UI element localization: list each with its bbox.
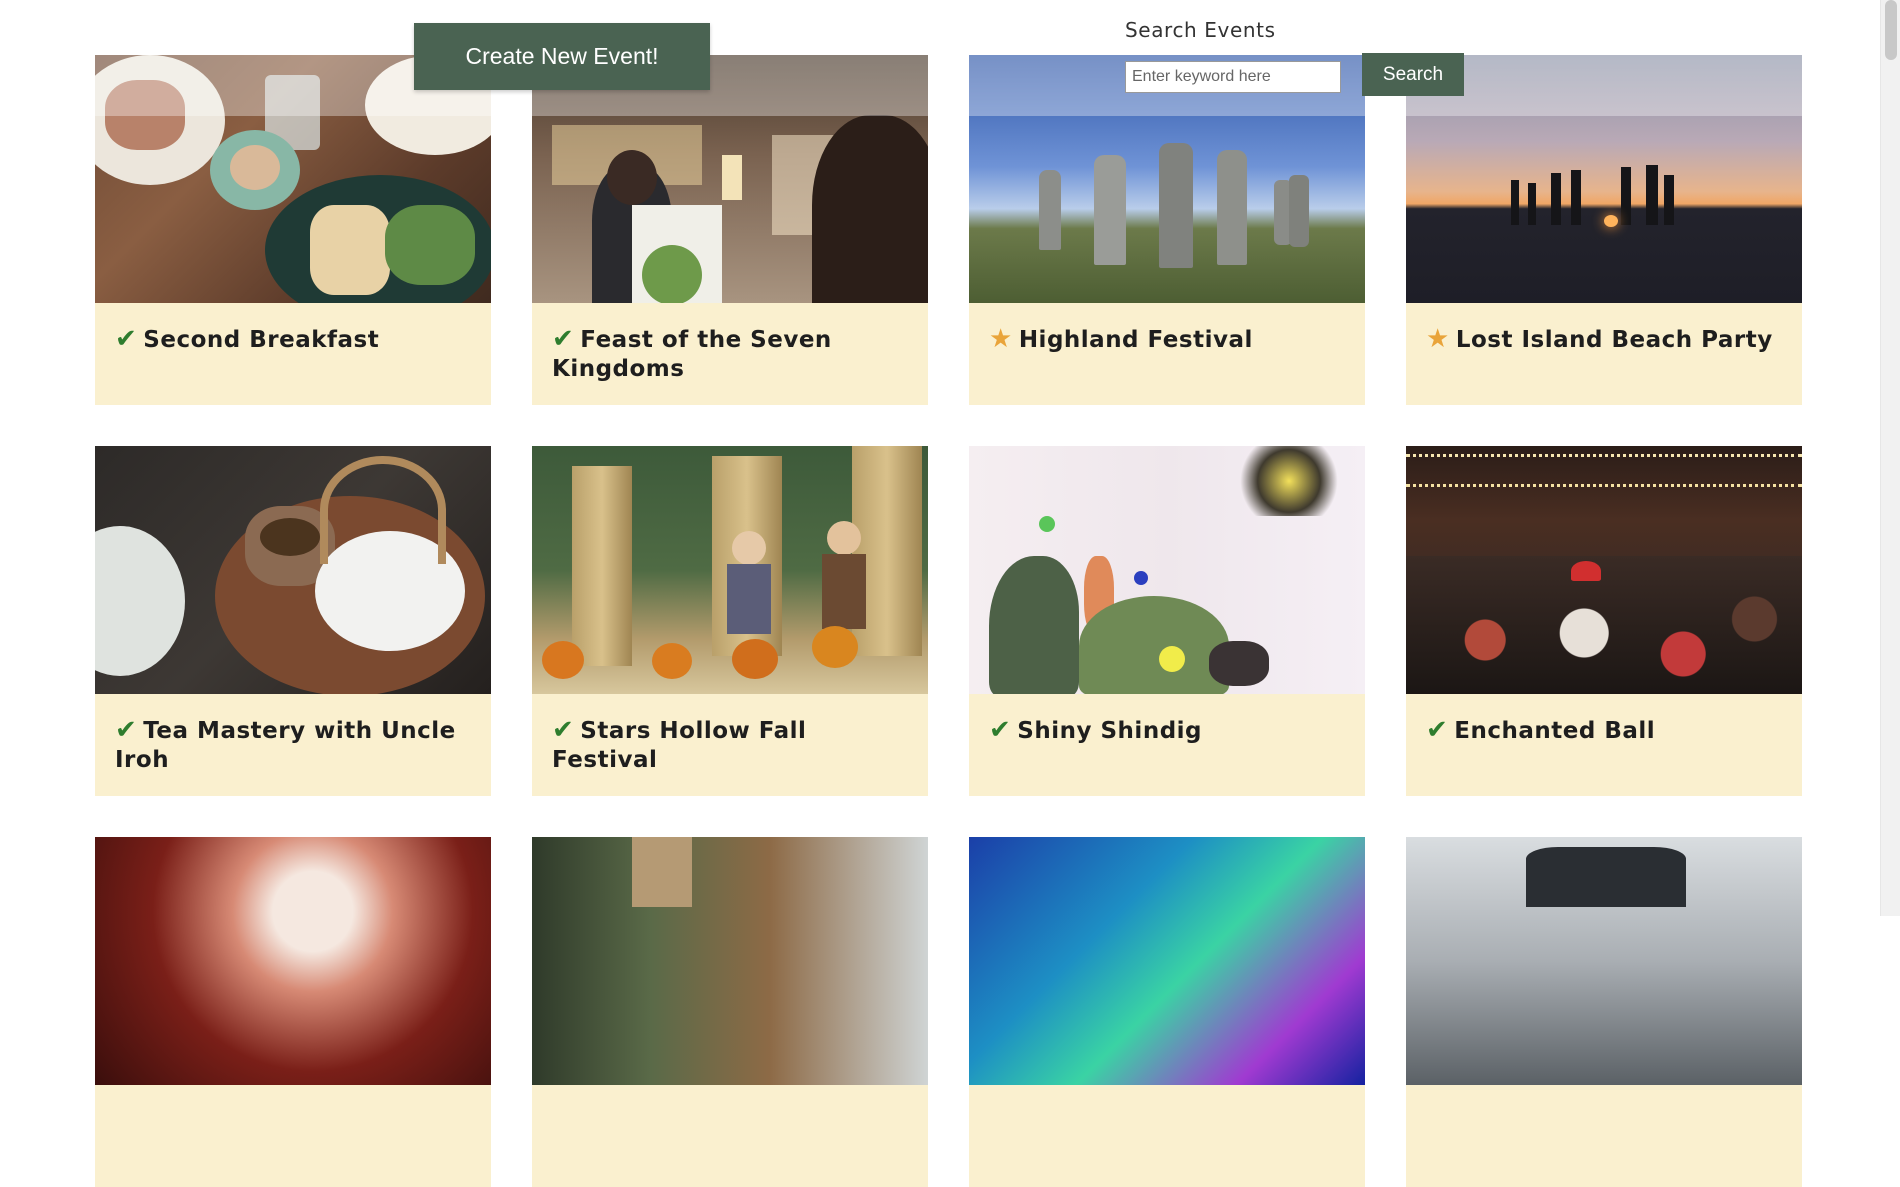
scrollbar-thumb[interactable]	[1885, 0, 1897, 60]
event-title: ✔ Enchanted Ball	[1406, 694, 1802, 746]
event-card[interactable]	[95, 837, 491, 1187]
event-title: ✔ Tea Mastery with Uncle Iroh	[95, 694, 491, 775]
event-image	[532, 837, 928, 1085]
check-icon: ✔	[115, 324, 138, 354]
event-title-text: Feast of the Seven Kingdoms	[552, 327, 832, 382]
event-card[interactable]: ✔ Shiny Shindig	[969, 446, 1365, 796]
event-image	[95, 837, 491, 1085]
event-title-text: Second Breakfast	[143, 327, 380, 353]
event-card[interactable]: ✔ Stars Hollow Fall Festival	[532, 446, 928, 796]
event-image	[95, 55, 491, 303]
event-card[interactable]: ✔ Feast of the Seven Kingdoms	[532, 55, 928, 405]
check-icon: ✔	[115, 715, 138, 745]
event-image	[532, 55, 928, 303]
search-input[interactable]	[1125, 61, 1341, 93]
event-card[interactable]	[532, 837, 928, 1187]
page-scrollbar[interactable]	[1880, 0, 1900, 916]
event-card[interactable]: ✔ Enchanted Ball	[1406, 446, 1802, 796]
search-button[interactable]: Search	[1362, 53, 1464, 96]
event-card[interactable]	[969, 837, 1365, 1187]
event-title-text: Shiny Shindig	[1017, 718, 1203, 744]
event-title: ✔ Stars Hollow Fall Festival	[532, 694, 928, 775]
event-title: ★ Highland Festival	[969, 303, 1365, 355]
event-title-text: Tea Mastery with Uncle Iroh	[115, 718, 456, 773]
create-event-button[interactable]: Create New Event!	[414, 23, 710, 90]
search-heading: Search Events	[1125, 18, 1276, 42]
event-image	[1406, 55, 1802, 303]
event-title-text: Lost Island Beach Party	[1455, 327, 1773, 353]
check-icon: ✔	[1426, 715, 1449, 745]
event-grid: ✔ Second Breakfast ✔ Feast of the Seven Ki…	[95, 55, 1802, 1187]
event-card[interactable]: ✔ Tea Mastery with Uncle Iroh	[95, 446, 491, 796]
check-icon: ✔	[552, 715, 575, 745]
event-title-text: Highland Festival	[1018, 327, 1253, 353]
event-title: ★ Lost Island Beach Party	[1406, 303, 1802, 355]
event-image	[1406, 837, 1802, 1085]
event-title: ✔ Feast of the Seven Kingdoms	[532, 303, 928, 384]
event-title: ✔ Shiny Shindig	[969, 694, 1365, 746]
event-card[interactable]: ★ Lost Island Beach Party	[1406, 55, 1802, 405]
check-icon: ✔	[989, 715, 1012, 745]
event-title-text: Stars Hollow Fall Festival	[552, 718, 807, 773]
event-image	[95, 446, 491, 694]
event-image	[969, 837, 1365, 1085]
event-card[interactable]: ★ Highland Festival	[969, 55, 1365, 405]
event-title: ✔ Second Breakfast	[95, 303, 491, 355]
event-image	[969, 446, 1365, 694]
event-image	[1406, 446, 1802, 694]
star-icon: ★	[989, 324, 1013, 354]
event-card[interactable]: ✔ Second Breakfast	[95, 55, 491, 405]
event-title-text: Enchanted Ball	[1454, 718, 1656, 744]
event-card[interactable]	[1406, 837, 1802, 1187]
check-icon: ✔	[552, 324, 575, 354]
event-image	[532, 446, 928, 694]
star-icon: ★	[1426, 324, 1450, 354]
